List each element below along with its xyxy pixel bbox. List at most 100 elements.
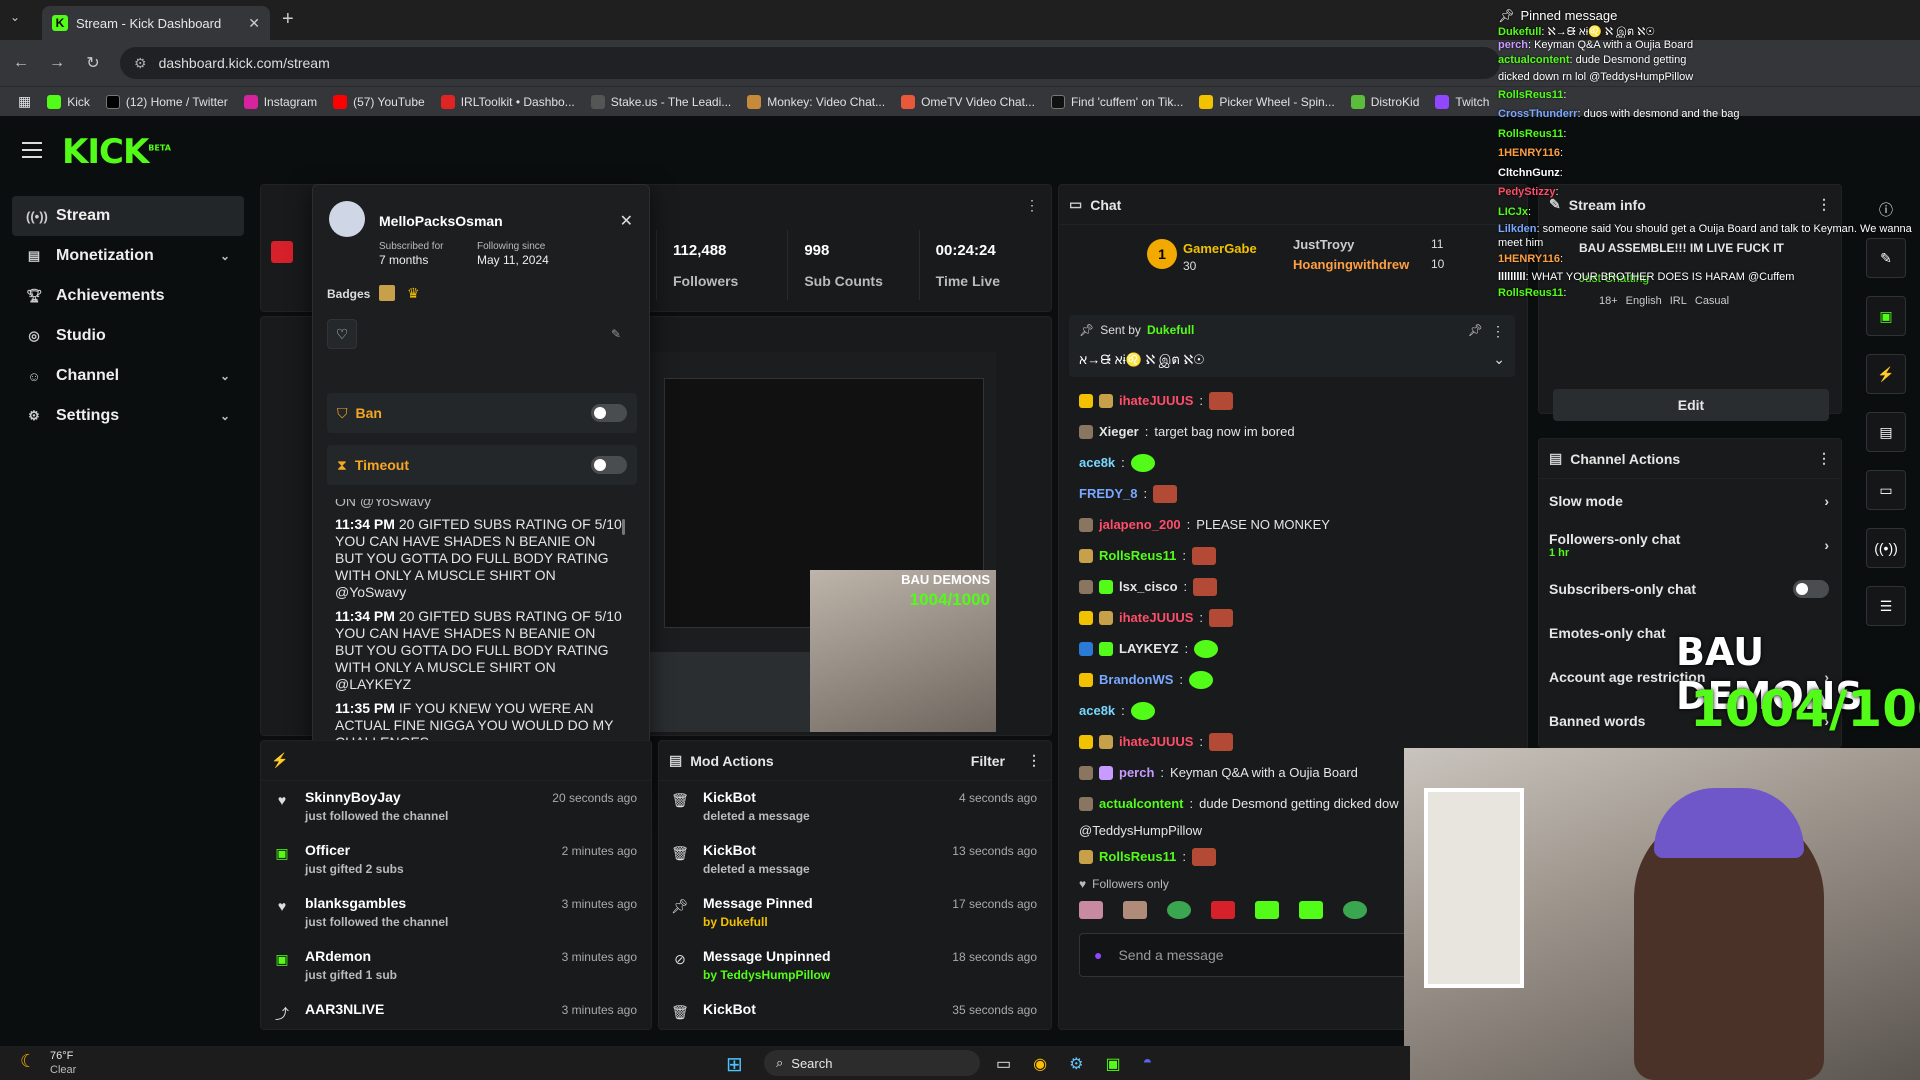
chat-message[interactable]: lsx_cisco:: [1079, 571, 1419, 602]
sidebar-item-studio[interactable]: ◎ Studio: [12, 316, 244, 356]
subscribers-only-action[interactable]: Subscribers-only chat: [1539, 567, 1841, 611]
steam-icon[interactable]: ⚙: [1069, 1054, 1083, 1074]
reload-icon[interactable]: ↻: [84, 53, 102, 73]
kick-logo[interactable]: KICKBETA: [62, 132, 171, 172]
filter-button[interactable]: Filter: [971, 753, 1005, 769]
chat-message[interactable]: FREDY_8:: [1079, 478, 1419, 509]
mod-action-row[interactable]: 🗑︎ KickBot deleted a message 13 seconds ago: [659, 834, 1051, 887]
mod-action-row[interactable]: 🗑︎ KickBot 35 seconds ago: [659, 993, 1051, 1046]
chat-message[interactable]: jalapeno_200: PLEASE NO MONKEY: [1079, 509, 1419, 540]
more-options-icon[interactable]: ⋮: [1817, 450, 1831, 467]
emote[interactable]: [1123, 901, 1147, 919]
chat-message[interactable]: ace8k:: [1079, 695, 1419, 726]
new-tab-icon[interactable]: +: [282, 8, 294, 31]
task-view-icon[interactable]: ▭: [996, 1054, 1011, 1074]
edit-button[interactable]: Edit: [1553, 389, 1829, 421]
timeout-toggle[interactable]: [591, 456, 627, 474]
menu-icon[interactable]: [22, 142, 42, 158]
chat-message[interactable]: actualcontent: dude Desmond getting dicke…: [1079, 788, 1419, 819]
chat-message[interactable]: ihateJUUUS:: [1079, 602, 1419, 633]
windows-start-icon[interactable]: ⊞: [726, 1052, 743, 1077]
close-tab-icon[interactable]: ✕: [248, 15, 260, 32]
emote[interactable]: [1255, 901, 1279, 919]
bookmark[interactable]: Picker Wheel - Spin...: [1199, 94, 1335, 109]
bookmark[interactable]: Twitch: [1435, 94, 1489, 109]
heart-icon: ♥: [277, 792, 287, 808]
timeout-row[interactable]: ⧗ Timeout: [327, 445, 637, 485]
sidebar-item-settings[interactable]: ⚙ Settings ⌄: [12, 396, 244, 436]
more-options-icon[interactable]: ⋮: [1027, 752, 1041, 769]
pin-icon[interactable]: ✎: [611, 327, 621, 341]
chat-message[interactable]: RollsReus11:: [1079, 841, 1419, 872]
weather-widget[interactable]: 76°F Clear: [50, 1049, 76, 1077]
activity-row[interactable]: ⤴ AAR3NLIVE 3 minutes ago: [261, 993, 651, 1046]
back-icon[interactable]: ←: [12, 54, 30, 72]
sidebar-item-stream[interactable]: ((•)) Stream: [12, 196, 244, 236]
chrome-icon[interactable]: ◉: [1033, 1054, 1047, 1074]
bookmark[interactable]: Stake.us - The Leadi...: [590, 94, 731, 109]
chat-message[interactable]: ihateJUUUS:: [1079, 726, 1419, 757]
slow-mode-action[interactable]: Slow mode ›: [1539, 479, 1841, 523]
sidebar-item-monetization[interactable]: ▤ Monetization ⌄: [12, 236, 244, 276]
tab-search-icon[interactable]: ⌄: [10, 10, 32, 30]
bookmark[interactable]: Instagram: [243, 94, 317, 109]
followers-only-action[interactable]: Followers-only chat 1 hr ›: [1539, 523, 1841, 567]
bookmark[interactable]: (57) YouTube: [333, 94, 425, 109]
bookmark[interactable]: OmeTV Video Chat...: [901, 94, 1035, 109]
subscribers-only-toggle[interactable]: [1793, 580, 1829, 598]
browser-tab[interactable]: K Stream - Kick Dashboard ✕: [42, 6, 270, 40]
more-options-icon[interactable]: ⋮: [1491, 323, 1505, 340]
apps-icon[interactable]: ▦: [18, 93, 31, 110]
activity-row[interactable]: ▣ ARdemon just gifted 1 sub 3 minutes ago: [261, 940, 651, 993]
chevron-down-icon[interactable]: ⌄: [1493, 351, 1505, 368]
forward-icon[interactable]: →: [48, 54, 66, 72]
chat-message[interactable]: perch: Keyman Q&A with a Oujia Board: [1079, 757, 1419, 788]
bookmark[interactable]: Kick: [47, 94, 90, 109]
document-icon[interactable]: ▤: [1866, 412, 1906, 452]
chat-message[interactable]: ihateJUUUS:: [1079, 385, 1419, 416]
chat-message[interactable]: LAYKEYZ:: [1079, 633, 1419, 664]
emote[interactable]: [1211, 901, 1235, 919]
unpin-icon[interactable]: 📌︎: [1468, 323, 1483, 337]
bookmark[interactable]: Monkey: Video Chat...: [747, 94, 885, 109]
site-settings-icon[interactable]: ⚙: [134, 55, 147, 72]
bookmark[interactable]: Find 'cuffem' on Tik...: [1050, 94, 1183, 109]
scrollbar[interactable]: [622, 519, 625, 535]
more-options-icon[interactable]: ⋮: [1025, 197, 1039, 214]
pinned-message[interactable]: 📌︎ Sent by Dukefull 📌︎ ⋮ ℵ→ᙠ ℵɨ♌ ℵ இต ℵ☉…: [1069, 315, 1515, 377]
follow-heart-button[interactable]: ♡: [327, 319, 357, 349]
ban-toggle[interactable]: [591, 404, 627, 422]
gift-icon: ▣: [275, 951, 289, 967]
mod-action-row[interactable]: 🗑︎ KickBot deleted a message 4 seconds ago: [659, 781, 1051, 834]
emote[interactable]: [1299, 901, 1323, 919]
emote[interactable]: [1167, 901, 1191, 919]
broadcast-icon[interactable]: ((•)): [1866, 528, 1906, 568]
emote[interactable]: [1079, 901, 1103, 919]
chat-message[interactable]: RollsReus11:: [1079, 540, 1419, 571]
activity-row[interactable]: ♥ SkinnyBoyJay just followed the channel 20…: [261, 781, 651, 834]
kick-app-icon[interactable]: ▣: [1105, 1054, 1120, 1074]
chat-message[interactable]: Xieger: target bag now im bored: [1079, 416, 1419, 447]
sidebar-item-channel[interactable]: ☺ Channel ⌄: [12, 356, 244, 396]
bolt-icon[interactable]: ⚡: [1866, 354, 1906, 394]
bookmark[interactable]: IRLToolkit • Dashbo...: [440, 94, 575, 109]
bookmark[interactable]: (12) Home / Twitter: [105, 94, 228, 109]
chat-message[interactable]: BrandonWS:: [1079, 664, 1419, 695]
chat-message[interactable]: ace8k:: [1079, 447, 1419, 478]
discord-icon[interactable]: ◓: [1143, 1054, 1153, 1074]
bookmark[interactable]: DistroKid: [1350, 94, 1419, 109]
card-username[interactable]: MelloPacksOsman: [379, 213, 503, 229]
chat-icon[interactable]: ▭: [1866, 470, 1906, 510]
activity-row[interactable]: ♥ blanksgambles just followed the channel 3…: [261, 887, 651, 940]
stream-preview-video[interactable]: BAU DEMONS 1004/1000: [650, 352, 996, 732]
close-icon[interactable]: ✕: [620, 211, 633, 231]
layout-icon[interactable]: ☰: [1866, 586, 1906, 626]
taskbar-search[interactable]: ⌕ Search: [764, 1050, 980, 1076]
mod-action-row[interactable]: 📌︎ Message Pinned by Dukefull 17 seconds ag…: [659, 887, 1051, 940]
sidebar-item-achievements[interactable]: 🏆︎ Achievements: [12, 276, 244, 316]
emote[interactable]: [1343, 901, 1367, 919]
activity-row[interactable]: ▣ Officer just gifted 2 subs 2 minutes ago: [261, 834, 651, 887]
mod-action-row[interactable]: ⊘ Message Unpinned by TeddysHumpPillow 18 s…: [659, 940, 1051, 993]
url-bar[interactable]: ⚙ dashboard.kick.com/stream: [120, 47, 1500, 79]
ban-row[interactable]: ⛉ Ban: [327, 393, 637, 433]
